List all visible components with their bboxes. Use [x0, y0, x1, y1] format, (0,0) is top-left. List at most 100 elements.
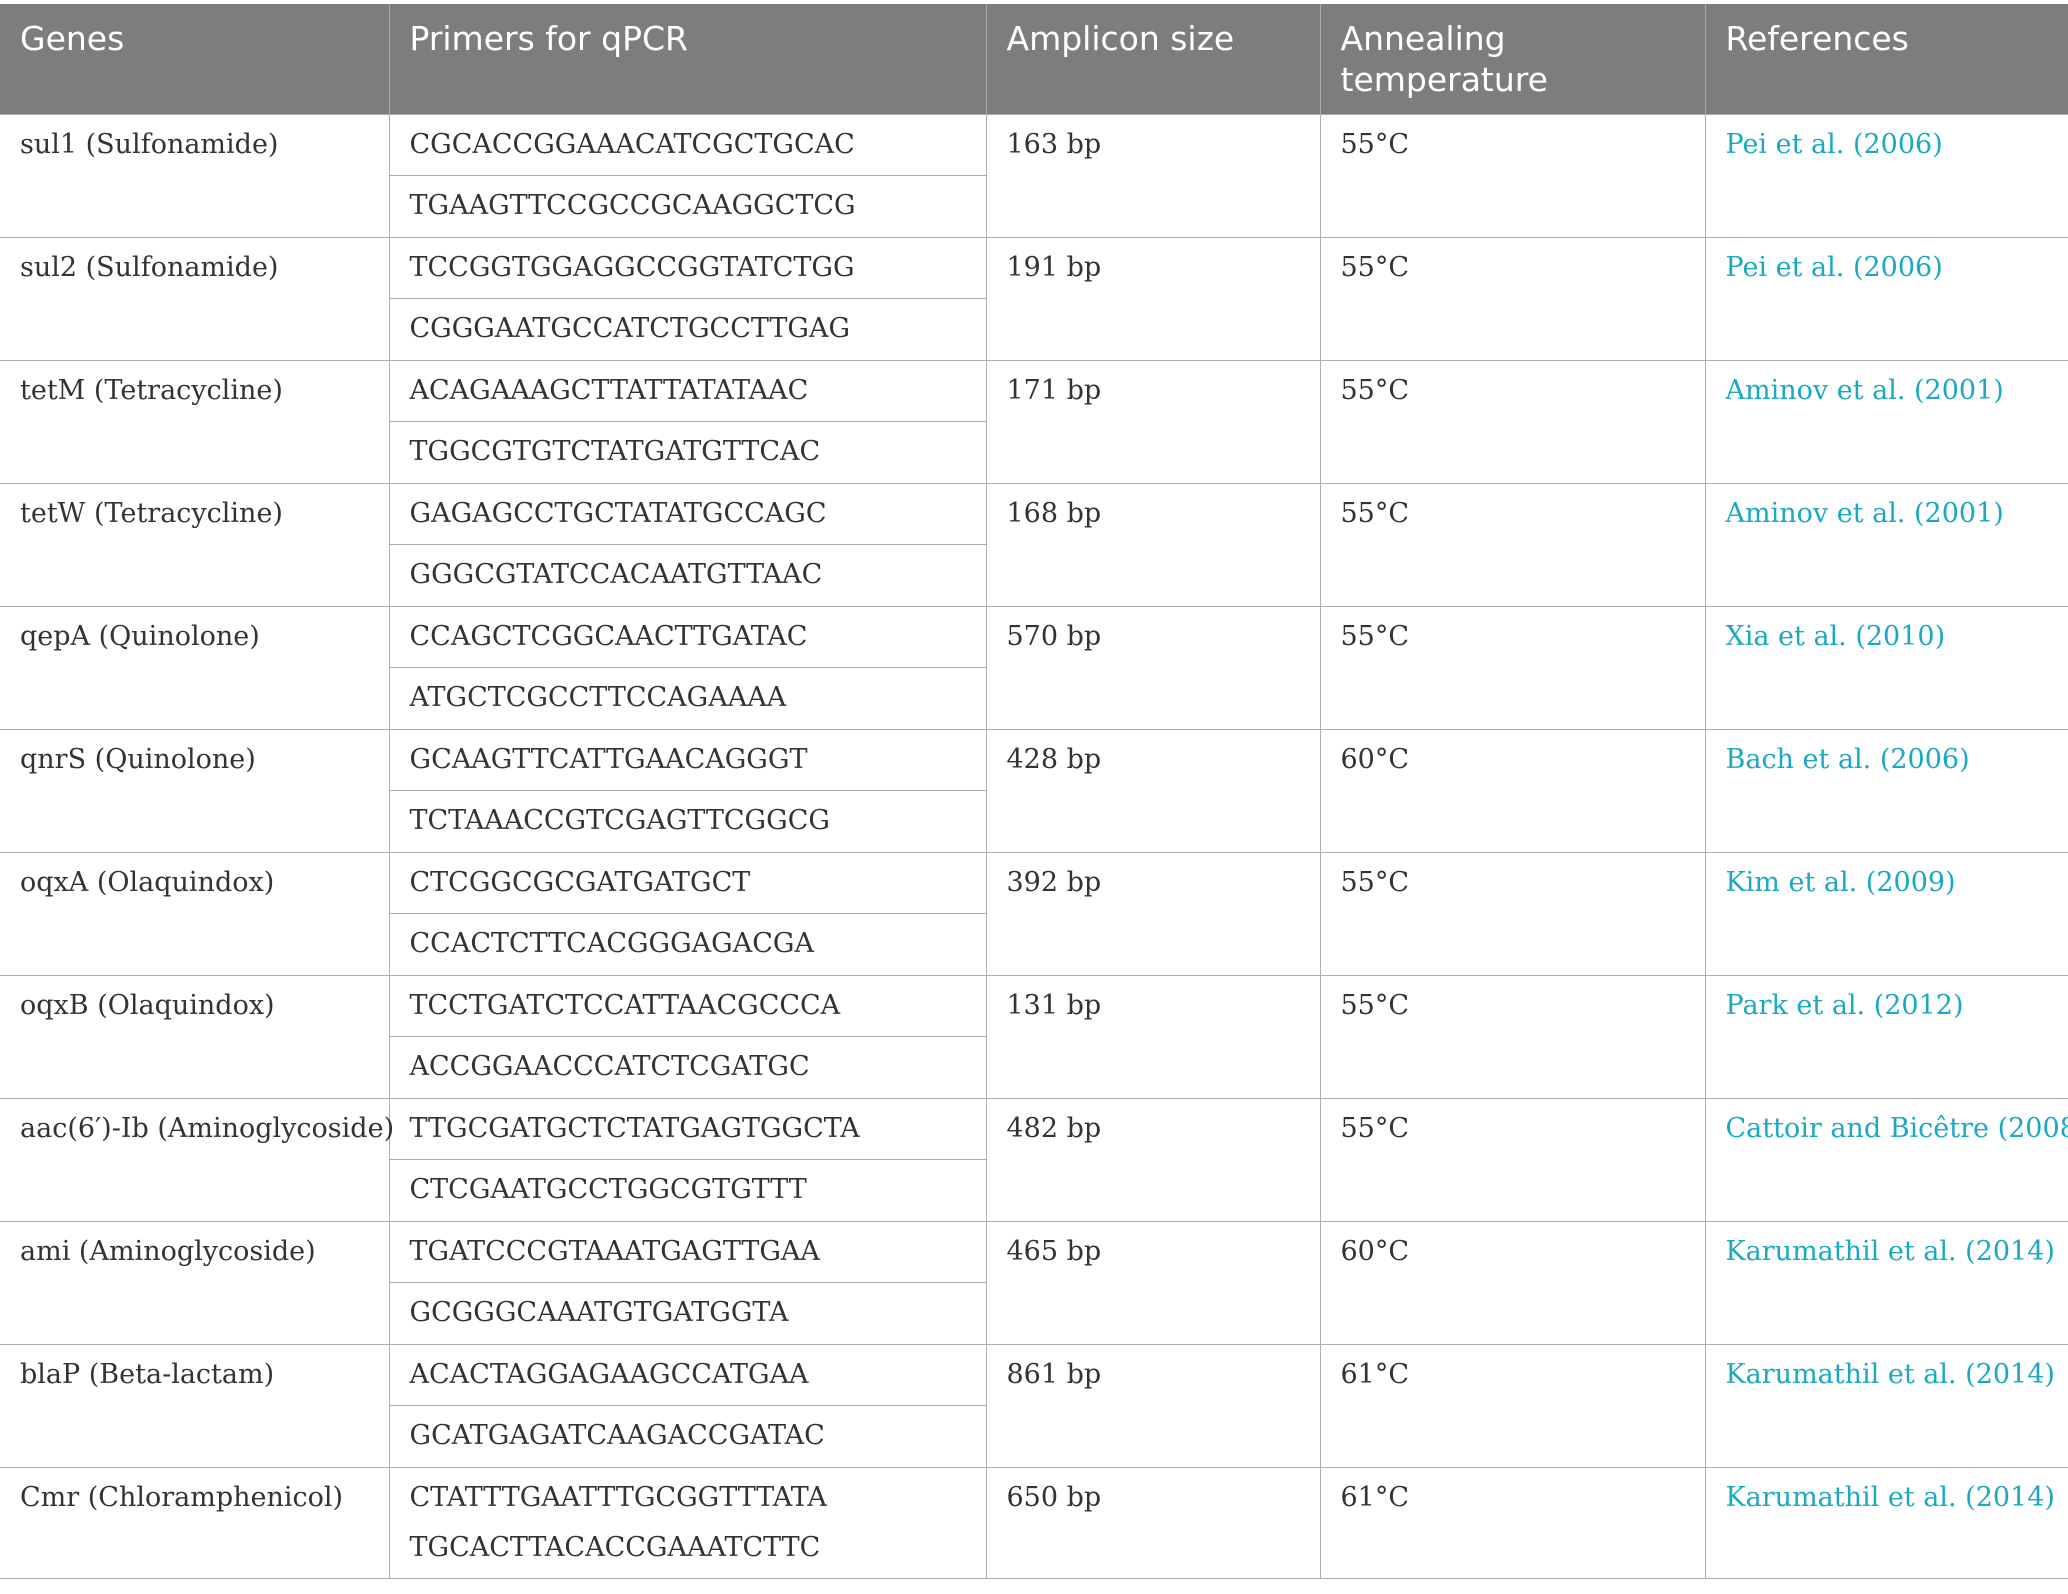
forward-primer: ACAGAAAGCTTATTATATAAC — [389, 361, 986, 422]
table-row: tetM (Tetracycline) ACAGAAAGCTTATTATATAAC… — [0, 359, 2068, 484]
header-references: References — [1704, 4, 2068, 114]
reference-link[interactable]: Bach et al. (2006) — [1704, 728, 2068, 853]
reference-link[interactable]: Aminov et al. (2001) — [1704, 482, 2068, 607]
gene-cell: tetM (Tetracycline) — [0, 359, 390, 484]
primers-cell: GAGAGCCTGCTATATGCCAGC GGGCGTATCCACAATGTTA… — [388, 482, 987, 607]
table-row: Cmr (Chloramphenicol) CTATTTGAATTTGCGGTTT… — [0, 1466, 2068, 1579]
forward-primer: TTGCGATGCTCTATGAGTGGCTA — [389, 1099, 986, 1160]
primer-table: Genes Primers for qPCR Amplicon size Ann… — [0, 4, 2068, 1579]
primers-cell: CTATTTGAATTTGCGGTTTATA TGCACTTACACCGAAATC… — [388, 1466, 987, 1579]
amplicon-size-cell: 428 bp — [985, 728, 1321, 853]
reference-link[interactable]: Pei et al. (2006) — [1704, 113, 2068, 238]
header-annealing-temperature: Annealing temperature — [1319, 4, 1705, 114]
amplicon-size-cell: 482 bp — [985, 1097, 1321, 1222]
reference-link[interactable]: Xia et al. (2010) — [1704, 605, 2068, 730]
reverse-primer: CGGGAATGCCATCTGCCTTGAG — [409, 312, 851, 344]
gene-cell: tetW (Tetracycline) — [0, 482, 390, 607]
table-row: tetW (Tetracycline) GAGAGCCTGCTATATGCCAGC… — [0, 482, 2068, 607]
forward-primer: TCCGGTGGAGGCCGGTATCTGG — [389, 238, 986, 299]
primers-cell: TCCGGTGGAGGCCGGTATCTGG CGGGAATGCCATCTGCCT… — [388, 236, 987, 361]
gene-cell: ami (Aminoglycoside) — [0, 1220, 390, 1345]
reference-link[interactable]: Pei et al. (2006) — [1704, 236, 2068, 361]
amplicon-size-cell: 570 bp — [985, 605, 1321, 730]
table-row: sul2 (Sulfonamide) TCCGGTGGAGGCCGGTATCTGG… — [0, 236, 2068, 361]
gene-cell: sul2 (Sulfonamide) — [0, 236, 390, 361]
primers-cell: TGATCCCGTAAATGAGTTGAA GCGGGCAAATGTGATGGTA — [388, 1220, 987, 1345]
table-body: sul1 (Sulfonamide) CGCACCGGAAACATCGCTGCAC… — [0, 113, 2068, 1579]
reverse-primer: GCATGAGATCAAGACCGATAC — [409, 1419, 825, 1451]
table-row: blaP (Beta-lactam) ACACTAGGAGAAGCCATGAA GC… — [0, 1343, 2068, 1468]
forward-primer: CCAGCTCGGCAACTTGATAC — [389, 607, 986, 668]
reverse-primer: GCGGGCAAATGTGATGGTA — [409, 1296, 789, 1328]
amplicon-size-cell: 650 bp — [985, 1466, 1321, 1579]
reverse-primer: ACCGGAACCCATCTCGATGC — [409, 1050, 810, 1082]
amplicon-size-cell: 168 bp — [985, 482, 1321, 607]
gene-cell: qnrS (Quinolone) — [0, 728, 390, 853]
reverse-primer: TCTAAACCGTCGAGTTCGGCG — [409, 804, 830, 836]
forward-primer: CTATTTGAATTTGCGGTTTATA — [409, 1481, 827, 1513]
primers-cell: TCCTGATCTCCATTAACGCCCA ACCGGAACCCATCTCGAT… — [388, 974, 987, 1099]
primers-cell: CCAGCTCGGCAACTTGATAC ATGCTCGCCTTCCAGAAAA — [388, 605, 987, 730]
amplicon-size-cell: 392 bp — [985, 851, 1321, 976]
annealing-temperature-cell: 60°C — [1319, 1220, 1706, 1345]
header-row: Genes Primers for qPCR Amplicon size Ann… — [0, 4, 2068, 114]
reverse-primer: CTCGAATGCCTGGCGTGTTT — [409, 1173, 807, 1205]
annealing-temperature-cell: 60°C — [1319, 728, 1706, 853]
table-row: ami (Aminoglycoside) TGATCCCGTAAATGAGTTGA… — [0, 1220, 2068, 1345]
reverse-primer: CCACTCTTCACGGGAGACGA — [409, 927, 814, 959]
table-row: sul1 (Sulfonamide) CGCACCGGAAACATCGCTGCAC… — [0, 113, 2068, 238]
amplicon-size-cell: 191 bp — [985, 236, 1321, 361]
table-header: Genes Primers for qPCR Amplicon size Ann… — [0, 4, 2068, 114]
table-row: oqxB (Olaquindox) TCCTGATCTCCATTAACGCCCA A… — [0, 974, 2068, 1099]
reference-link[interactable]: Karumathil et al. (2014) — [1704, 1220, 2068, 1345]
primers-cell: CTCGGCGCGATGATGCT CCACTCTTCACGGGAGACGA — [388, 851, 987, 976]
amplicon-size-cell: 131 bp — [985, 974, 1321, 1099]
reverse-primer: TGGCGTGTCTATGATGTTCAC — [409, 435, 821, 467]
reverse-primer: GGGCGTATCCACAATGTTAAC — [409, 558, 823, 590]
table-row: qepA (Quinolone) CCAGCTCGGCAACTTGATAC ATGC… — [0, 605, 2068, 730]
primers-cell: CGCACCGGAAACATCGCTGCAC TGAAGTTCCGCCGCAAGG… — [388, 113, 987, 238]
forward-primer: GAGAGCCTGCTATATGCCAGC — [389, 484, 986, 545]
table-row: qnrS (Quinolone) GCAAGTTCATTGAACAGGGT TCTA… — [0, 728, 2068, 853]
gene-cell: oqxA (Olaquindox) — [0, 851, 390, 976]
gene-cell: oqxB (Olaquindox) — [0, 974, 390, 1099]
gene-cell: sul1 (Sulfonamide) — [0, 113, 390, 238]
forward-primer: GCAAGTTCATTGAACAGGGT — [389, 730, 986, 791]
amplicon-size-cell: 861 bp — [985, 1343, 1321, 1468]
table-row: oqxA (Olaquindox) CTCGGCGCGATGATGCT CCACTC… — [0, 851, 2068, 976]
primers-cell: ACACTAGGAGAAGCCATGAA GCATGAGATCAAGACCGATA… — [388, 1343, 987, 1468]
gene-cell: Cmr (Chloramphenicol) — [0, 1466, 390, 1579]
annealing-temperature-cell: 55°C — [1319, 359, 1706, 484]
forward-primer: TCCTGATCTCCATTAACGCCCA — [389, 976, 986, 1037]
amplicon-size-cell: 163 bp — [985, 113, 1321, 238]
reference-link[interactable]: Aminov et al. (2001) — [1704, 359, 2068, 484]
primers-cell: ACAGAAAGCTTATTATATAAC TGGCGTGTCTATGATGTTC… — [388, 359, 987, 484]
gene-cell: qepA (Quinolone) — [0, 605, 390, 730]
header-amplicon-size: Amplicon size — [985, 4, 1320, 114]
annealing-temperature-cell: 55°C — [1319, 605, 1706, 730]
forward-primer: ACACTAGGAGAAGCCATGAA — [389, 1345, 986, 1406]
annealing-temperature-cell: 55°C — [1319, 1097, 1706, 1222]
reference-link[interactable]: Cattoir and Bicêtre (2008) — [1704, 1097, 2068, 1222]
annealing-temperature-cell: 55°C — [1319, 482, 1706, 607]
primers-cell: TTGCGATGCTCTATGAGTGGCTA CTCGAATGCCTGGCGTG… — [388, 1097, 987, 1222]
table-row: aac(6′)-Ib (Aminoglycoside) TTGCGATGCTCTA… — [0, 1097, 2068, 1222]
annealing-temperature-cell: 61°C — [1319, 1343, 1706, 1468]
forward-primer: CTCGGCGCGATGATGCT — [389, 853, 986, 914]
annealing-temperature-cell: 55°C — [1319, 974, 1706, 1099]
reference-link[interactable]: Park et al. (2012) — [1704, 974, 2068, 1099]
amplicon-size-cell: 171 bp — [985, 359, 1321, 484]
annealing-temperature-cell: 55°C — [1319, 113, 1706, 238]
annealing-temperature-cell: 55°C — [1319, 851, 1706, 976]
annealing-temperature-cell: 55°C — [1319, 236, 1706, 361]
reference-link[interactable]: Kim et al. (2009) — [1704, 851, 2068, 976]
reverse-primer: TGCACTTACACCGAAATCTTC — [409, 1531, 821, 1563]
reference-link[interactable]: Karumathil et al. (2014) — [1704, 1466, 2068, 1579]
header-primers: Primers for qPCR — [388, 4, 986, 114]
forward-primer: CGCACCGGAAACATCGCTGCAC — [389, 115, 986, 176]
primers-cell: GCAAGTTCATTGAACAGGGT TCTAAACCGTCGAGTTCGGC… — [388, 728, 987, 853]
reference-link[interactable]: Karumathil et al. (2014) — [1704, 1343, 2068, 1468]
header-genes: Genes — [0, 4, 389, 114]
gene-cell: aac(6′)-Ib (Aminoglycoside) — [0, 1097, 394, 1222]
reverse-primer: TGAAGTTCCGCCGCAAGGCTCG — [409, 189, 856, 221]
